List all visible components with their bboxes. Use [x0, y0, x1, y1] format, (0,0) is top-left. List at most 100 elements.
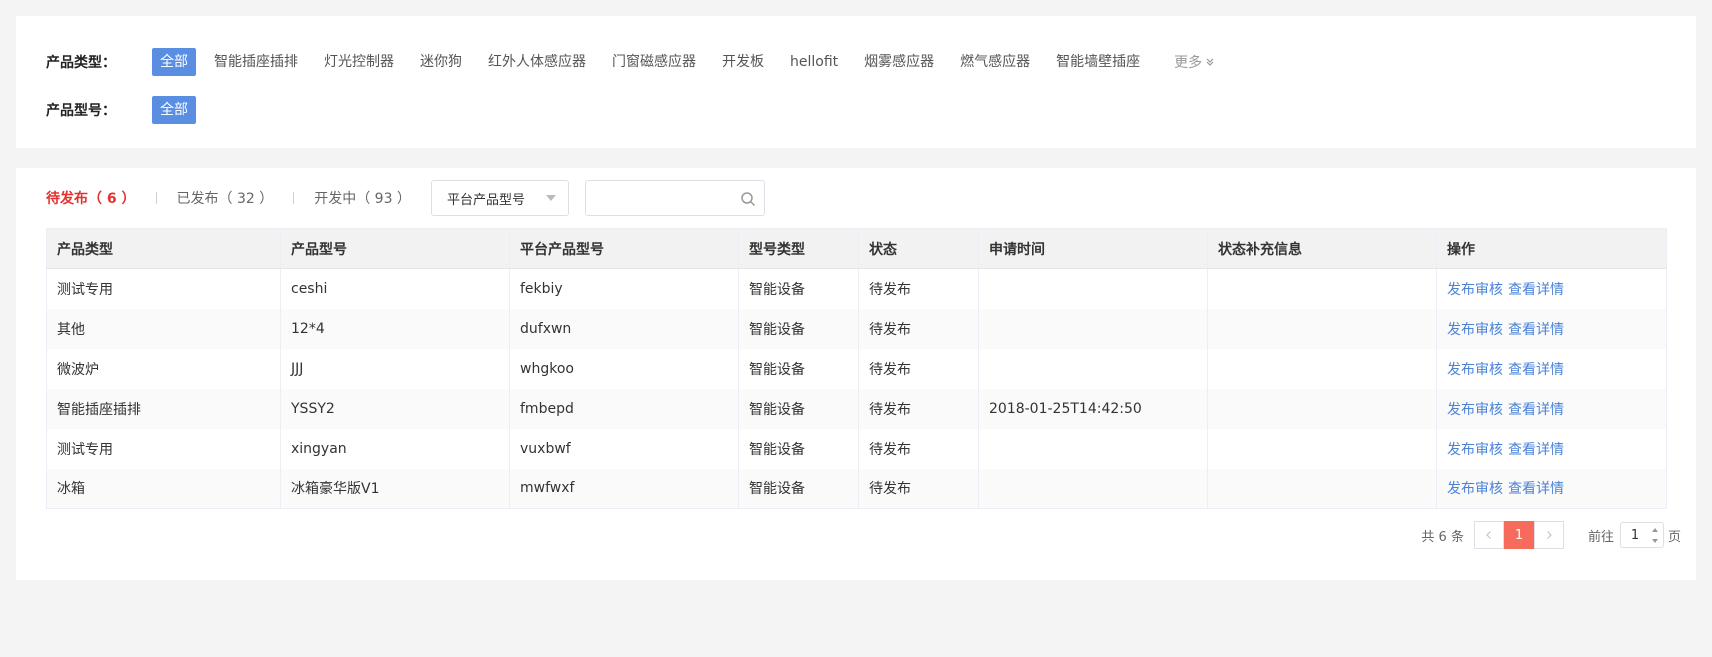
cell-apply-time	[978, 428, 1208, 469]
cell-model: YSSY2	[280, 388, 510, 429]
cell-extra-info	[1207, 388, 1437, 429]
publish-review-link[interactable]: 发布审核	[1447, 362, 1503, 378]
type-chip-smoke-sensor[interactable]: 烟雾感应器	[856, 48, 942, 76]
cell-status: 待发布	[858, 348, 979, 389]
column-header: 操作	[1436, 228, 1667, 269]
publish-review-link[interactable]: 发布审核	[1447, 322, 1503, 338]
table-row: 智能插座插排 YSSY2 fmbepd 智能设备 待发布 2018-01-25T…	[46, 388, 1667, 429]
cell-type: 测试专用	[46, 268, 281, 309]
pagination: 共 6 条 1 前往 页	[1136, 520, 1696, 550]
chevron-right-icon	[1547, 531, 1552, 539]
cell-platform-model: mwfwxf	[509, 468, 739, 509]
table-row: 其他 12*4 dufxwn 智能设备 待发布 发布审核 查看详情	[46, 308, 1667, 349]
view-details-link[interactable]: 查看详情	[1508, 481, 1564, 497]
tab-developing[interactable]: 开发中（ 93 ）	[314, 188, 411, 208]
tab-pending[interactable]: 待发布（ 6 ）	[46, 188, 136, 208]
view-details-link[interactable]: 查看详情	[1508, 362, 1564, 378]
type-chip-infrared-sensor[interactable]: 红外人体感应器	[480, 48, 594, 76]
cell-model-type: 智能设备	[738, 268, 859, 309]
type-chip-gas-sensor[interactable]: 燃气感应器	[952, 48, 1038, 76]
column-header: 型号类型	[738, 228, 859, 269]
cell-actions: 发布审核 查看详情	[1436, 428, 1667, 469]
cell-platform-model: fekbiy	[509, 268, 739, 309]
cell-model-type: 智能设备	[738, 428, 859, 469]
type-chip-smart-socket[interactable]: 智能插座插排	[206, 48, 306, 76]
tab-divider	[155, 192, 157, 204]
table-header-row: 产品类型 产品型号 平台产品型号 型号类型 状态 申请时间 状态补充信息 操作	[46, 228, 1667, 269]
select-value: 平台产品型号	[446, 192, 525, 208]
type-chip-wall-socket[interactable]: 智能墙壁插座	[1048, 48, 1148, 76]
view-details-link[interactable]: 查看详情	[1508, 442, 1564, 458]
cell-model-type: 智能设备	[738, 348, 859, 389]
more-button[interactable]: 更多	[1174, 52, 1215, 72]
model-chip-all[interactable]: 全部	[152, 96, 196, 124]
cell-platform-model: fmbepd	[509, 388, 739, 429]
cell-status: 待发布	[858, 468, 979, 509]
view-details-link[interactable]: 查看详情	[1508, 282, 1564, 298]
cell-actions: 发布审核 查看详情	[1436, 468, 1667, 509]
platform-model-select[interactable]: 平台产品型号	[430, 180, 569, 216]
goto-page-field	[1619, 522, 1664, 548]
search-input[interactable]	[585, 181, 726, 215]
page-number-current[interactable]: 1	[1503, 521, 1534, 549]
cell-platform-model: dufxwn	[509, 308, 739, 349]
column-header: 产品类型	[46, 228, 281, 269]
type-chip-hellofit[interactable]: hellofit	[782, 48, 846, 76]
caret-down-icon	[1651, 538, 1658, 543]
column-header: 状态	[858, 228, 979, 269]
cell-model: ceshi	[280, 268, 510, 309]
cell-status: 待发布	[858, 428, 979, 469]
view-details-link[interactable]: 查看详情	[1508, 402, 1564, 418]
type-chip-door-sensor[interactable]: 门窗磁感应器	[604, 48, 704, 76]
cell-apply-time: 2018-01-25T14:42:50	[978, 388, 1208, 429]
next-page-button[interactable]	[1533, 521, 1564, 549]
search-icon[interactable]	[740, 191, 756, 207]
stepper-down-button[interactable]	[1649, 536, 1661, 545]
column-header: 平台产品型号	[509, 228, 739, 269]
goto-page-input[interactable]	[1620, 527, 1649, 543]
caret-down-icon	[545, 195, 556, 201]
cell-actions: 发布审核 查看详情	[1436, 268, 1667, 309]
publish-review-link[interactable]: 发布审核	[1447, 282, 1503, 298]
table-row: 测试专用 xingyan vuxbwf 智能设备 待发布 发布审核 查看详情	[46, 428, 1667, 469]
publish-review-link[interactable]: 发布审核	[1447, 442, 1503, 458]
type-chip-light-controller[interactable]: 灯光控制器	[316, 48, 402, 76]
type-chip-mini-dog[interactable]: 迷你狗	[412, 48, 470, 76]
caret-up-icon	[1651, 527, 1658, 532]
cell-extra-info	[1207, 348, 1437, 389]
type-chip-all[interactable]: 全部	[152, 48, 196, 76]
table-row: 冰箱 冰箱豪华版V1 mwfwxf 智能设备 待发布 发布审核 查看详情	[46, 468, 1667, 509]
cell-apply-time	[978, 308, 1208, 349]
tab-divider	[293, 192, 295, 204]
total-count: 共 6 条	[1421, 529, 1464, 545]
cell-status: 待发布	[858, 308, 979, 349]
product-model-label: 产品型号：	[46, 103, 116, 119]
product-type-filter: 产品类型： 全部 智能插座插排 灯光控制器 迷你狗 红外人体感应器 门窗磁感应器…	[46, 48, 1215, 76]
prev-page-button[interactable]	[1473, 521, 1504, 549]
cell-apply-time	[978, 268, 1208, 309]
page-unit-label: 页	[1667, 529, 1681, 545]
cell-apply-time	[978, 348, 1208, 389]
more-label: 更多	[1174, 55, 1203, 71]
product-table: 产品类型 产品型号 平台产品型号 型号类型 状态 申请时间 状态补充信息 操作 …	[46, 228, 1667, 509]
cell-actions: 发布审核 查看详情	[1436, 348, 1667, 389]
type-chip-dev-board[interactable]: 开发板	[714, 48, 772, 76]
view-details-link[interactable]: 查看详情	[1508, 322, 1564, 338]
publish-review-link[interactable]: 发布审核	[1447, 481, 1503, 497]
cell-apply-time	[978, 468, 1208, 509]
search-box	[584, 180, 765, 216]
product-type-label: 产品类型：	[46, 55, 116, 71]
cell-extra-info	[1207, 428, 1437, 469]
cell-model-type: 智能设备	[738, 308, 859, 349]
cell-status: 待发布	[858, 388, 979, 429]
table-row: 测试专用 ceshi fekbiy 智能设备 待发布 发布审核 查看详情	[46, 268, 1667, 309]
double-chevron-down-icon	[1206, 58, 1214, 66]
stepper-up-button[interactable]	[1649, 525, 1661, 534]
tab-published[interactable]: 已发布（ 32 ）	[177, 188, 274, 208]
cell-actions: 发布审核 查看详情	[1436, 388, 1667, 429]
cell-type: 冰箱	[46, 468, 281, 509]
page-stepper	[1649, 525, 1661, 545]
cell-extra-info	[1207, 468, 1437, 509]
column-header: 产品型号	[280, 228, 510, 269]
publish-review-link[interactable]: 发布审核	[1447, 402, 1503, 418]
